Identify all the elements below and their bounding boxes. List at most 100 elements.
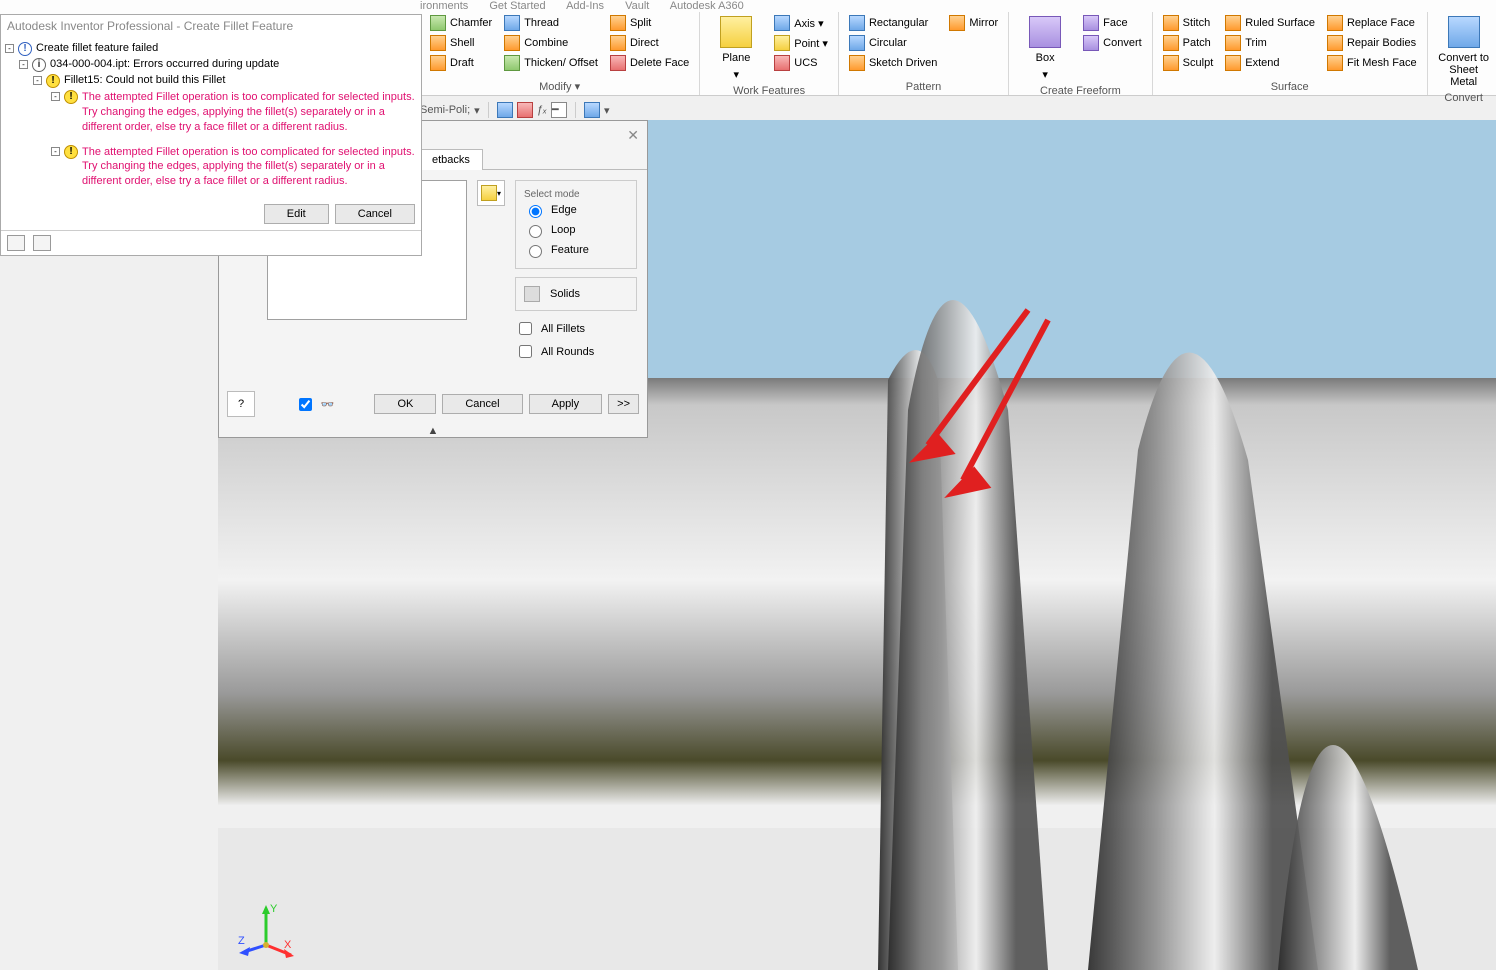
ok-button[interactable]: OK <box>374 394 436 414</box>
fx-icon[interactable]: ƒₓ <box>537 104 547 116</box>
btn-extend[interactable]: Extend <box>1221 54 1319 72</box>
toolbar-icon-4[interactable] <box>584 102 600 118</box>
plane-icon <box>720 16 752 48</box>
btn-thread[interactable]: Thread <box>500 14 602 32</box>
btn-trim[interactable]: Trim <box>1221 34 1319 52</box>
sub-toolbar: Semi-Poli;▾ ƒₓ ━ ▾ <box>420 99 610 121</box>
tab-get-started[interactable]: Get Started <box>489 0 545 12</box>
btn-repair-bodies[interactable]: Repair Bodies <box>1323 34 1421 52</box>
btn-box[interactable]: Box▾ <box>1015 14 1075 83</box>
tab-environments[interactable]: ironments <box>420 0 468 12</box>
btn-replace-face[interactable]: Replace Face <box>1323 14 1421 32</box>
btn-direct[interactable]: Direct <box>606 34 693 52</box>
direct-icon <box>610 35 626 51</box>
sculpt-icon <box>1163 55 1179 71</box>
btn-ruled-surface[interactable]: Ruled Surface <box>1221 14 1319 32</box>
toolbar-icon-2[interactable] <box>517 102 533 118</box>
error-title: Autodesk Inventor Professional - Create … <box>1 15 421 37</box>
btn-split[interactable]: Split <box>606 14 693 32</box>
thicken-icon <box>504 55 520 71</box>
btn-axis[interactable]: Axis ▾ <box>770 14 832 32</box>
btn-fit-mesh-face[interactable]: Fit Mesh Face <box>1323 54 1421 72</box>
fillet-extra-buttons: ▾ <box>477 180 505 363</box>
group-freeform-label: Create Freeform <box>1015 83 1146 99</box>
btn-rectangular[interactable]: Rectangular <box>845 14 941 32</box>
rectangular-icon <box>849 15 865 31</box>
close-icon[interactable]: ✕ <box>627 127 639 144</box>
btn-ucs[interactable]: UCS <box>770 54 832 72</box>
tree-expander[interactable]: - <box>51 92 60 101</box>
error-tree[interactable]: -!Create fillet feature failed -i034-000… <box>5 41 417 190</box>
btn-freeform-face[interactable]: Face <box>1079 14 1146 32</box>
sketch-driven-icon <box>849 55 865 71</box>
error-footer-toolbar <box>1 230 421 255</box>
tree-expander[interactable]: - <box>5 44 14 53</box>
btn-chamfer[interactable]: Chamfer <box>426 14 496 32</box>
copy-log-icon[interactable] <box>33 235 51 251</box>
btn-point[interactable]: Point ▾ <box>770 34 832 52</box>
sheet-metal-icon <box>1448 16 1480 48</box>
help-button[interactable]: ? <box>227 391 255 417</box>
repair-bodies-icon <box>1327 35 1343 51</box>
error-dialog: Autodesk Inventor Professional - Create … <box>0 14 422 256</box>
material-dropdown[interactable]: Semi-Poli; <box>420 104 470 116</box>
apply-button[interactable]: Apply <box>529 394 603 414</box>
edit-button[interactable]: Edit <box>264 204 329 224</box>
btn-mirror[interactable]: Mirror <box>945 14 1002 32</box>
warning-icon: ! <box>64 90 78 104</box>
btn-sculpt[interactable]: Sculpt <box>1159 54 1218 72</box>
btn-plane[interactable]: Plane▾ <box>706 14 766 83</box>
toolbar-icon-3[interactable]: ━ <box>551 102 567 118</box>
ribbon-groups: Chamfer Shell Draft Thread Combine Thick… <box>420 12 1496 95</box>
warning-icon: ! <box>46 74 60 88</box>
stitch-icon <box>1163 15 1179 31</box>
tree-expander[interactable]: - <box>19 60 28 69</box>
btn-delete-face[interactable]: Delete Face <box>606 54 693 72</box>
group-surface-label: Surface <box>1159 79 1421 95</box>
fit-mesh-icon <box>1327 55 1343 71</box>
combine-icon <box>504 35 520 51</box>
btn-sketch-driven[interactable]: Sketch Driven <box>845 54 941 72</box>
err-msg-2: The attempted Fillet operation is too co… <box>82 145 417 190</box>
tree-expander[interactable]: - <box>51 147 60 156</box>
radio-feature[interactable]: Feature <box>524 240 628 260</box>
btn-combine[interactable]: Combine <box>500 34 602 52</box>
group-pattern-label: Pattern <box>845 79 1002 95</box>
preview-check[interactable]: 👓 <box>295 393 335 416</box>
ruled-surface-icon <box>1225 15 1241 31</box>
btn-patch[interactable]: Patch <box>1159 34 1218 52</box>
tab-vault[interactable]: Vault <box>625 0 649 12</box>
cancel-button[interactable]: Cancel <box>335 204 415 224</box>
group-freeform: Box▾ Face Convert Create Freeform <box>1009 12 1153 95</box>
btn-stitch[interactable]: Stitch <box>1159 14 1218 32</box>
tab-setbacks[interactable]: etbacks <box>419 149 483 170</box>
solids-selector[interactable]: Solids <box>515 277 637 311</box>
check-all-rounds[interactable]: All Rounds <box>515 340 637 363</box>
delete-face-icon <box>610 55 626 71</box>
radio-edge[interactable]: Edge <box>524 200 628 220</box>
tab-a360[interactable]: Autodesk A360 <box>670 0 744 12</box>
group-modify: Chamfer Shell Draft Thread Combine Thick… <box>420 12 700 95</box>
collapse-handle[interactable]: ▲ <box>219 425 647 437</box>
group-work-features: Plane▾ Axis ▾ Point ▾ UCS Work Features <box>700 12 839 95</box>
fillet-footer: ? 👓 OK Cancel Apply >> <box>219 383 647 425</box>
axis-gizmo[interactable]: Y X Z <box>236 900 296 960</box>
btn-shell[interactable]: Shell <box>426 34 496 52</box>
radio-loop[interactable]: Loop <box>524 220 628 240</box>
group-convert-label: Convert <box>1434 90 1494 106</box>
tab-add-ins[interactable]: Add-Ins <box>566 0 604 12</box>
btn-circular[interactable]: Circular <box>845 34 941 52</box>
btn-thicken[interactable]: Thicken/ Offset <box>500 54 602 72</box>
toolbar-icon-1[interactable] <box>497 102 513 118</box>
ribbon-tab-strip: ironments Get Started Add-Ins Vault Auto… <box>420 0 762 12</box>
btn-freeform-convert[interactable]: Convert <box>1079 34 1146 52</box>
fillet-options-btn[interactable]: ▾ <box>477 180 505 206</box>
more-button[interactable]: >> <box>608 394 639 414</box>
btn-draft[interactable]: Draft <box>426 54 496 72</box>
ucs-icon <box>774 55 790 71</box>
tree-expander[interactable]: - <box>33 76 42 85</box>
save-log-icon[interactable] <box>7 235 25 251</box>
check-all-fillets[interactable]: All Fillets <box>515 317 637 340</box>
cancel-button[interactable]: Cancel <box>442 394 522 414</box>
btn-convert-sheetmetal[interactable]: Convert to Sheet Metal <box>1434 14 1494 90</box>
